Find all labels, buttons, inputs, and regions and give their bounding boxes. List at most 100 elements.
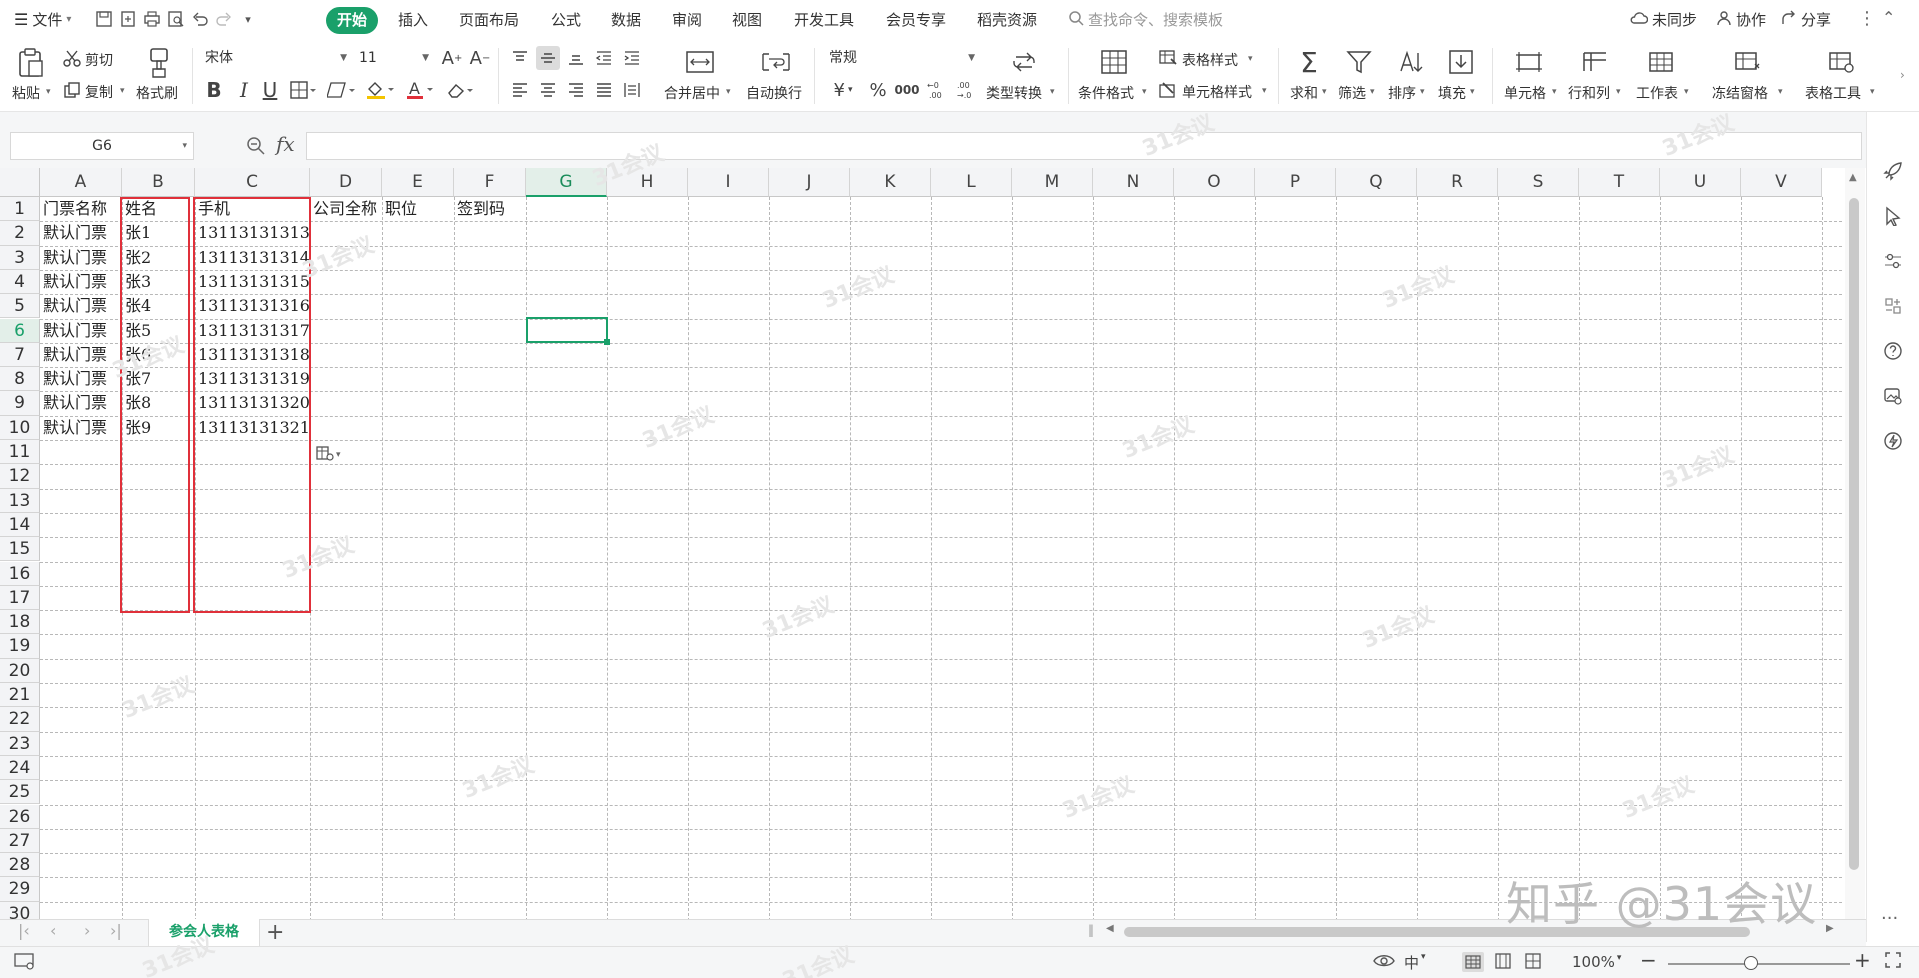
table-tools-dropdown-icon[interactable]: ▾ — [1870, 87, 1875, 97]
zoom-out-icon[interactable]: − — [1640, 948, 1657, 972]
number-format-select[interactable]: 常规 ▼ — [822, 46, 980, 70]
sliders-icon[interactable] — [1881, 249, 1905, 273]
copy-dropdown-icon[interactable]: ▾ — [120, 86, 125, 96]
align-left-icon[interactable] — [508, 78, 532, 102]
row-header-20[interactable]: 20 — [0, 658, 40, 683]
justify-icon[interactable] — [592, 78, 616, 102]
font-size-select[interactable]: 11 ▼ — [352, 46, 434, 70]
vertical-scroll-thumb[interactable] — [1849, 198, 1859, 870]
cursor-icon[interactable] — [1881, 204, 1905, 228]
align-top-icon[interactable] — [508, 46, 532, 70]
last-sheet-icon[interactable]: ›| — [110, 921, 122, 940]
collaborate-button[interactable]: 协作 — [1716, 9, 1766, 30]
cell-e1[interactable]: 职位 — [385, 197, 454, 221]
column-header-d[interactable]: D — [310, 168, 382, 197]
tab-developer[interactable]: 开发工具 — [794, 9, 854, 30]
align-middle-icon[interactable] — [536, 46, 560, 70]
row-header-30[interactable]: 30 — [0, 901, 40, 919]
borders-icon[interactable] — [288, 78, 318, 102]
image-settings-icon[interactable] — [1881, 384, 1905, 408]
sort-dropdown-icon[interactable]: ▾ — [1420, 87, 1425, 97]
normal-view-icon[interactable] — [1462, 952, 1484, 972]
zoom-slider-handle[interactable] — [1744, 956, 1758, 970]
table-tools-icon[interactable] — [1826, 48, 1856, 76]
fill-icon[interactable] — [1446, 48, 1476, 76]
table-style-icon[interactable] — [1158, 48, 1178, 68]
align-right-icon[interactable] — [564, 78, 588, 102]
sum-dropdown-icon[interactable]: ▾ — [1322, 87, 1327, 97]
paste-dropdown-icon[interactable]: ▾ — [46, 87, 51, 97]
currency-format-icon[interactable]: ¥ ▾ — [826, 78, 860, 102]
row-header-24[interactable]: 24 — [0, 755, 40, 781]
sum-icon[interactable]: Σ — [1294, 46, 1324, 79]
freeze-panes-icon[interactable] — [1732, 48, 1762, 76]
export-pdf-icon[interactable] — [118, 9, 138, 29]
undo-icon[interactable] — [190, 9, 210, 29]
cell-a5[interactable]: 默认门票 — [43, 294, 122, 318]
underline-icon[interactable]: U — [258, 78, 282, 102]
column-header-h[interactable]: H — [607, 168, 688, 197]
cell-d1[interactable]: 公司全称 — [313, 197, 382, 221]
cells-icon[interactable] — [1514, 48, 1544, 76]
row-header-26[interactable]: 26 — [0, 804, 40, 829]
conditional-format-button[interactable]: 条件格式 — [1078, 83, 1134, 103]
help-icon[interactable] — [1881, 339, 1905, 363]
merge-center-button[interactable]: 合并居中 — [664, 83, 720, 103]
insert-function-button[interactable]: fx — [276, 132, 295, 156]
cell-a6[interactable]: 默认门票 — [43, 319, 122, 343]
row-header-8[interactable]: 8 — [0, 367, 40, 392]
font-color-icon[interactable]: A — [404, 78, 436, 102]
row-header-27[interactable]: 27 — [0, 828, 40, 854]
next-sheet-icon[interactable]: › — [84, 921, 90, 940]
sum-button[interactable]: 求和 — [1290, 83, 1318, 103]
page-layout-view-icon[interactable] — [1494, 952, 1512, 974]
tab-member[interactable]: 会员专享 — [886, 9, 946, 30]
column-header-a[interactable]: A — [40, 168, 122, 197]
column-header-c[interactable]: C — [195, 168, 310, 197]
save-icon[interactable] — [94, 9, 114, 29]
bold-icon[interactable]: B — [202, 78, 226, 102]
type-convert-icon[interactable] — [1008, 48, 1040, 76]
row-header-16[interactable]: 16 — [0, 561, 40, 586]
prev-sheet-icon[interactable]: ‹ — [50, 921, 56, 940]
cell-a7[interactable]: 默认门票 — [43, 343, 122, 367]
redo-icon[interactable] — [214, 9, 234, 29]
row-header-17[interactable]: 17 — [0, 585, 40, 611]
format-painter-button[interactable]: 格式刷 — [136, 83, 178, 103]
cells-button[interactable]: 单元格 — [1504, 83, 1546, 103]
worksheet-icon[interactable] — [1646, 48, 1676, 76]
column-header-s[interactable]: S — [1498, 168, 1579, 197]
fill-color-icon[interactable] — [364, 78, 396, 102]
cell-a1[interactable]: 门票名称 — [43, 197, 122, 221]
column-header-g[interactable]: G — [526, 168, 607, 197]
tab-docer[interactable]: 稻壳资源 — [977, 9, 1037, 30]
more-sidebar-icon[interactable]: ··· — [1881, 908, 1898, 929]
zoom-slider-track[interactable] — [1668, 963, 1850, 965]
scroll-left-icon[interactable]: ◀ — [1106, 923, 1114, 934]
paste-button[interactable]: 粘贴 — [12, 83, 40, 103]
scissors-icon[interactable] — [62, 48, 82, 68]
row-header-9[interactable]: 9 — [0, 391, 40, 416]
row-header-18[interactable]: 18 — [0, 610, 40, 635]
sync-status-button[interactable]: 未同步 — [1630, 9, 1697, 30]
merge-dropdown-icon[interactable]: ▾ — [726, 87, 731, 97]
selected-cell-g6[interactable] — [526, 317, 608, 343]
decrease-indent-icon[interactable] — [592, 46, 616, 70]
format-painter-icon[interactable] — [144, 46, 174, 80]
increase-decimal-icon[interactable]: ←0.00 — [924, 78, 950, 102]
table-style-button[interactable]: 表格样式 — [1182, 50, 1238, 70]
worksheet-grid[interactable]: ABCDEFGHIJKLMNOPQRSTUV 1 2 3 4 5 6 7 8 9 10 11 12 13… — [0, 168, 1842, 919]
rows-cols-dropdown-icon[interactable]: ▾ — [1616, 87, 1621, 97]
clear-format-icon[interactable] — [444, 78, 476, 102]
print-preview-icon[interactable] — [166, 9, 186, 29]
cut-button[interactable]: 剪切 — [85, 50, 113, 70]
row-header-15[interactable]: 15 — [0, 537, 40, 562]
column-header-t[interactable]: T — [1579, 168, 1660, 197]
column-header-e[interactable]: E — [382, 168, 454, 197]
scroll-up-icon[interactable]: ▲ — [1849, 172, 1857, 183]
sort-icon[interactable] — [1396, 48, 1426, 76]
formula-input[interactable] — [306, 132, 1862, 160]
tab-data[interactable]: 数据 — [611, 9, 641, 30]
cell-a4[interactable]: 默认门票 — [43, 270, 122, 294]
ribbon-scroll-right-icon[interactable]: › — [1900, 68, 1905, 82]
